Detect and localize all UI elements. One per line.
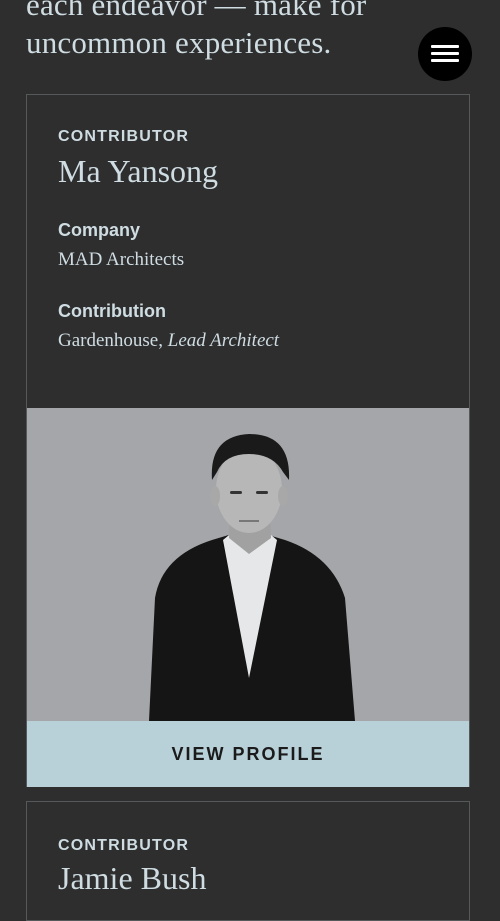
- contribution-role: Lead Architect: [167, 330, 280, 351]
- contributor-card: CONTRIBUTOR Ma Yansong Company MAD Archi…: [26, 94, 470, 787]
- contribution-value: Gardenhouse, Lead Architect: [58, 330, 279, 352]
- hamburger-menu-icon-bar: [431, 52, 459, 55]
- contributor-name: Jamie Bush: [58, 860, 207, 896]
- intro-line-1: each endeavor — make for: [26, 0, 367, 22]
- intro-line-2: uncommon experiences.: [26, 25, 332, 60]
- company-label: Company: [58, 220, 141, 240]
- contributor-portrait: [27, 408, 469, 721]
- portrait-image: [27, 408, 469, 721]
- company-value: MAD Architects: [58, 249, 185, 270]
- contribution-label: Contribution: [58, 301, 166, 321]
- contributor-kicker: CONTRIBUTOR: [58, 128, 190, 145]
- view-profile-button[interactable]: VIEW PROFILE: [27, 721, 469, 787]
- hamburger-menu-icon: [431, 45, 459, 48]
- contributor-card: CONTRIBUTOR Jamie Bush: [26, 801, 470, 921]
- menu-button[interactable]: [418, 27, 472, 81]
- contributor-name: Ma Yansong: [58, 153, 219, 189]
- intro-text: each endeavor — make for uncommon experi…: [26, 0, 416, 62]
- contributor-kicker: CONTRIBUTOR: [58, 837, 190, 854]
- contribution-project: Gardenhouse,: [58, 330, 168, 351]
- hamburger-menu-icon-bar: [431, 59, 459, 62]
